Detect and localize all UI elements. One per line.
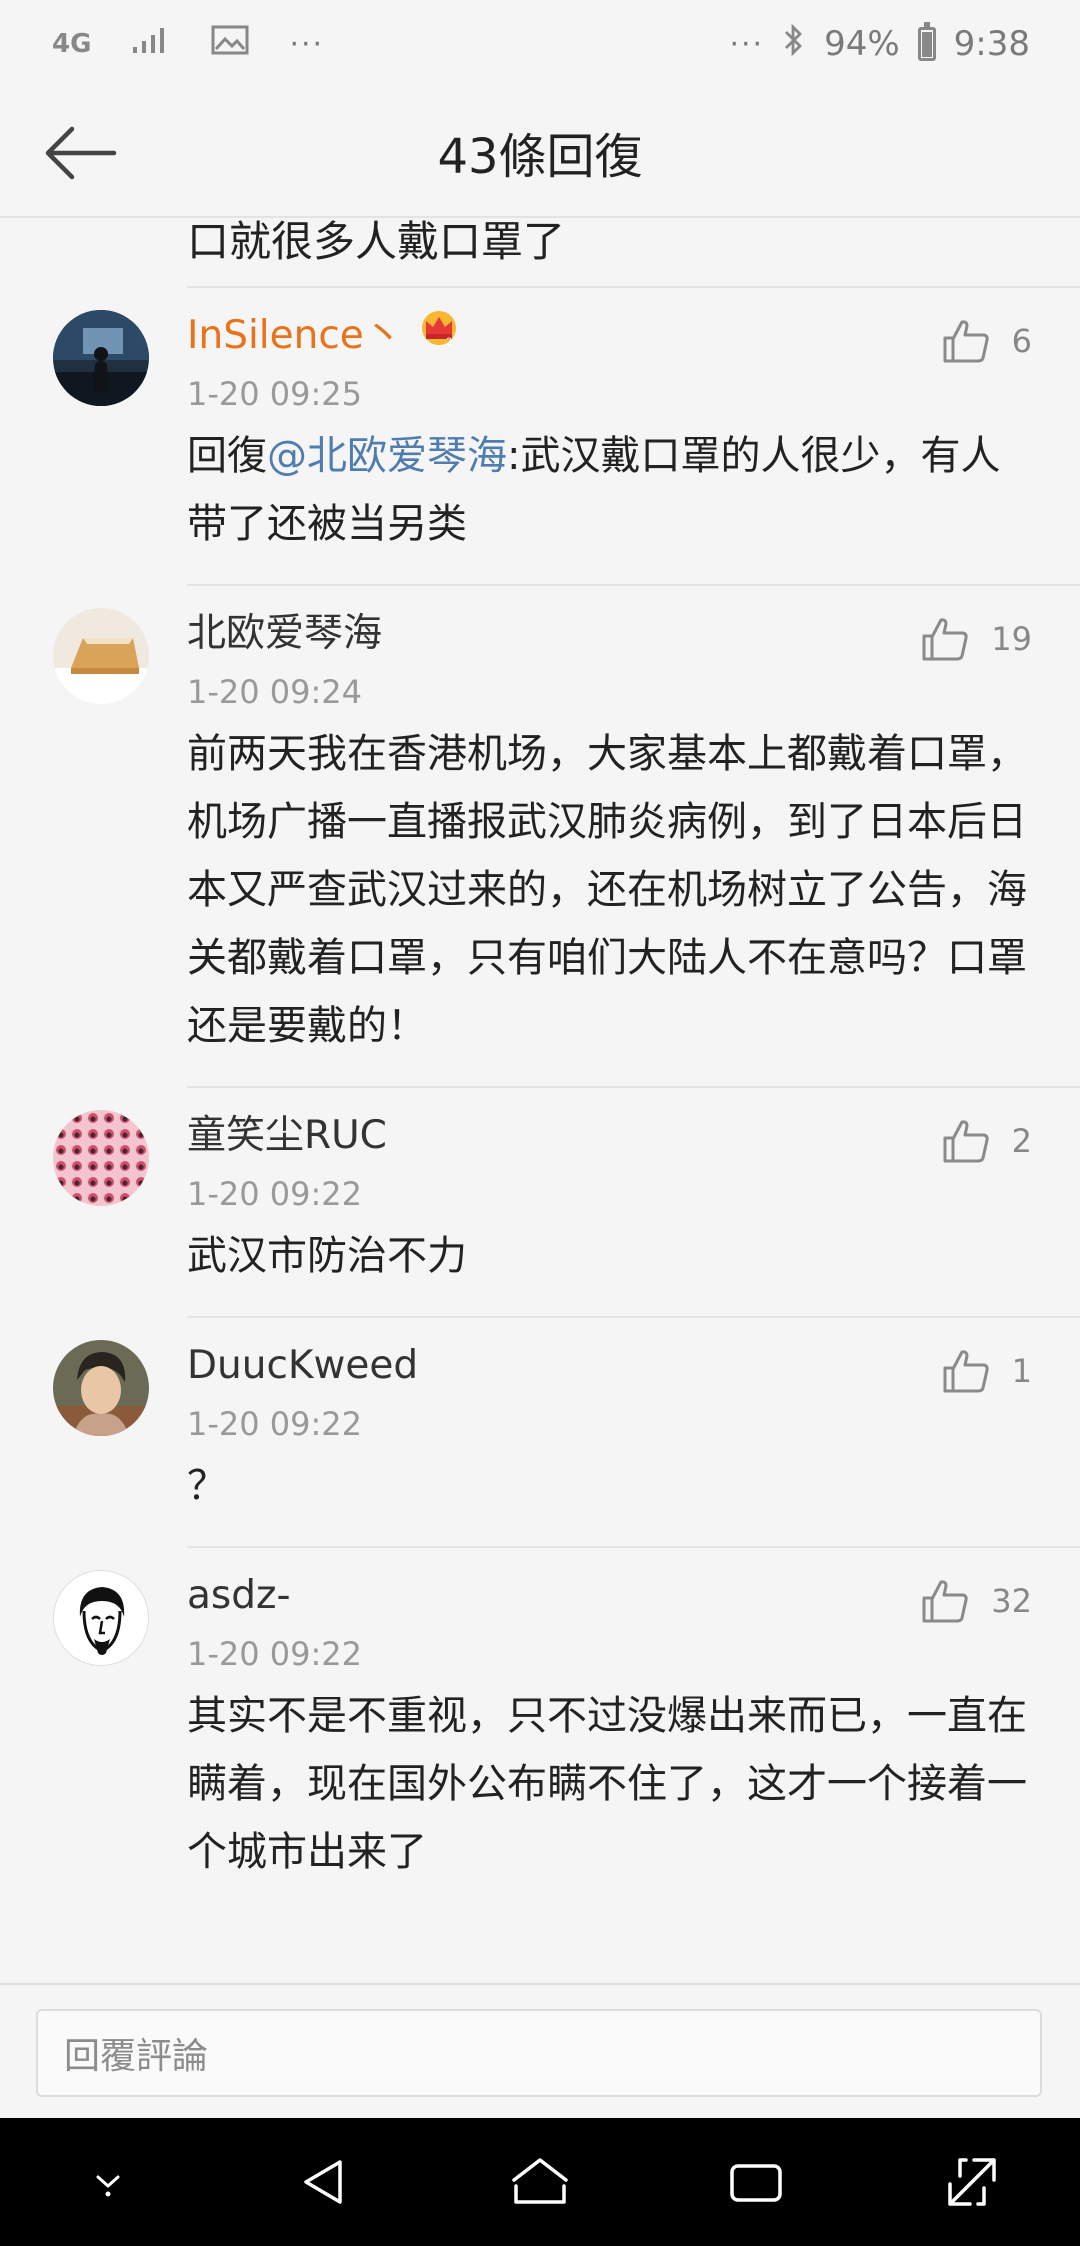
comment-item[interactable]: InSilence丶 2 1-20 09:25 回復@北欧爱琴海:武汉戴口罩的人… (53, 286, 1080, 584)
chevron-down-icon (96, 2175, 120, 2197)
like-count: 6 (1011, 322, 1032, 360)
reply-input[interactable]: 回覆評論 (36, 2009, 1042, 2097)
like-button[interactable]: 6 (942, 318, 1032, 364)
thumbs-up-icon (922, 1580, 968, 1623)
svg-text:2: 2 (446, 336, 452, 348)
comment-item[interactable]: asdz- 1-20 09:22 其实不是不重视，只不过没爆出来而已，一直在瞒着… (53, 1546, 1080, 1912)
page-title: 43條回復 (437, 129, 643, 185)
triangle-back-icon (304, 2160, 342, 2204)
like-count: 19 (991, 620, 1032, 658)
comment-time: 1-20 09:25 (187, 375, 363, 413)
thumbs-up-icon (943, 1120, 989, 1163)
status-more-icon: ··· (729, 26, 765, 62)
reply-bar: 回覆評論 (0, 1983, 1080, 2118)
thumbs-up-icon (943, 1350, 989, 1393)
recents-button[interactable] (711, 2137, 801, 2227)
avatar[interactable] (53, 310, 149, 406)
comment-time: 1-20 09:22 (187, 1175, 363, 1213)
comment-text: 前两天我在香港机场，大家基本上都戴着口罩，机场广播一直播报武汉肺炎病例，到了日本… (187, 731, 1027, 1049)
comment-time: 1-20 09:24 (187, 673, 363, 711)
comment-item[interactable]: 童笑尘RUC 1-20 09:22 武汉市防治不力 2 (53, 1086, 1080, 1316)
battery-icon (917, 22, 936, 61)
comment-text: 回復@北欧爱琴海:武汉戴口罩的人很少，有人带了还被当另类 (187, 433, 1001, 547)
image-notification-icon (211, 24, 249, 64)
signal-icon (131, 24, 171, 64)
back-button[interactable] (40, 116, 120, 190)
comment-author[interactable]: InSilence丶 2 (187, 308, 1040, 364)
comment-author[interactable]: 童笑尘RUC (187, 1108, 1040, 1164)
like-button[interactable]: 2 (942, 1118, 1032, 1164)
clock: 9:38 (953, 24, 1030, 64)
expand-icon (948, 2158, 996, 2206)
back-arrow-icon (45, 126, 117, 180)
home-icon (512, 2158, 568, 2204)
comment-author[interactable]: DuucKweed (187, 1338, 1040, 1394)
mention-link[interactable]: @北欧爱琴海 (267, 433, 507, 479)
comment-item[interactable]: DuucKweed 1-20 09:22 ？ 1 (53, 1316, 1080, 1546)
comment-author[interactable]: 北欧爱琴海 (187, 606, 1040, 662)
status-bar: 4G ··· ··· 94% 9:38 (0, 0, 1080, 88)
list-footer (0, 1912, 1080, 1972)
comment-author[interactable]: asdz- (187, 1568, 1040, 1624)
like-count: 2 (1011, 1122, 1032, 1160)
recents-icon (730, 2164, 782, 2202)
comment-list[interactable]: 口就很多人戴口罩了 InSilence丶 2 1-20 09:25 回復@北欧爱… (0, 218, 1080, 1983)
like-count: 1 (1011, 1352, 1032, 1390)
bluetooth-icon (782, 22, 806, 67)
previous-comment-tail: 口就很多人戴口罩了 (187, 218, 566, 266)
hide-navbar-button[interactable] (63, 2137, 153, 2227)
comment-text: 其实不是不重视，只不过没爆出来而已，一直在瞒着，现在国外公布瞒不住了，这才一个接… (187, 1693, 1027, 1875)
avatar[interactable] (53, 1110, 149, 1206)
screen: 4G ··· ··· 94% 9:38 43條回復 口就很多人戴口罩了 InSi… (0, 0, 1080, 2246)
avatar[interactable] (53, 608, 149, 704)
comment-text: 武汉市防治不力 (187, 1233, 467, 1279)
nav-back-button[interactable] (279, 2137, 369, 2227)
like-count: 32 (991, 1582, 1032, 1620)
avatar[interactable] (53, 1340, 149, 1436)
home-button[interactable] (495, 2137, 585, 2227)
avatar[interactable] (53, 1570, 149, 1666)
like-button[interactable]: 19 (921, 616, 1032, 662)
navigation-bar (0, 2118, 1080, 2246)
network-type: 4G (52, 29, 92, 59)
expand-button[interactable] (927, 2137, 1017, 2227)
comment-item[interactable]: 北欧爱琴海 1-20 09:24 前两天我在香港机场，大家基本上都戴着口罩，机场… (53, 584, 1080, 1086)
comment-time: 1-20 09:22 (187, 1635, 363, 1673)
comment-time: 1-20 09:22 (187, 1405, 363, 1443)
comment-text: ？ (187, 1463, 227, 1509)
like-button[interactable]: 32 (921, 1578, 1032, 1624)
thumbs-up-icon (943, 320, 989, 363)
battery-percent: 94% (824, 24, 900, 64)
like-button[interactable]: 1 (942, 1348, 1032, 1394)
thumbs-up-icon (922, 618, 968, 661)
more-notifications-icon: ··· (289, 26, 325, 62)
vip-crown-icon: 2 (417, 308, 461, 364)
header: 43條回復 (0, 88, 1080, 218)
